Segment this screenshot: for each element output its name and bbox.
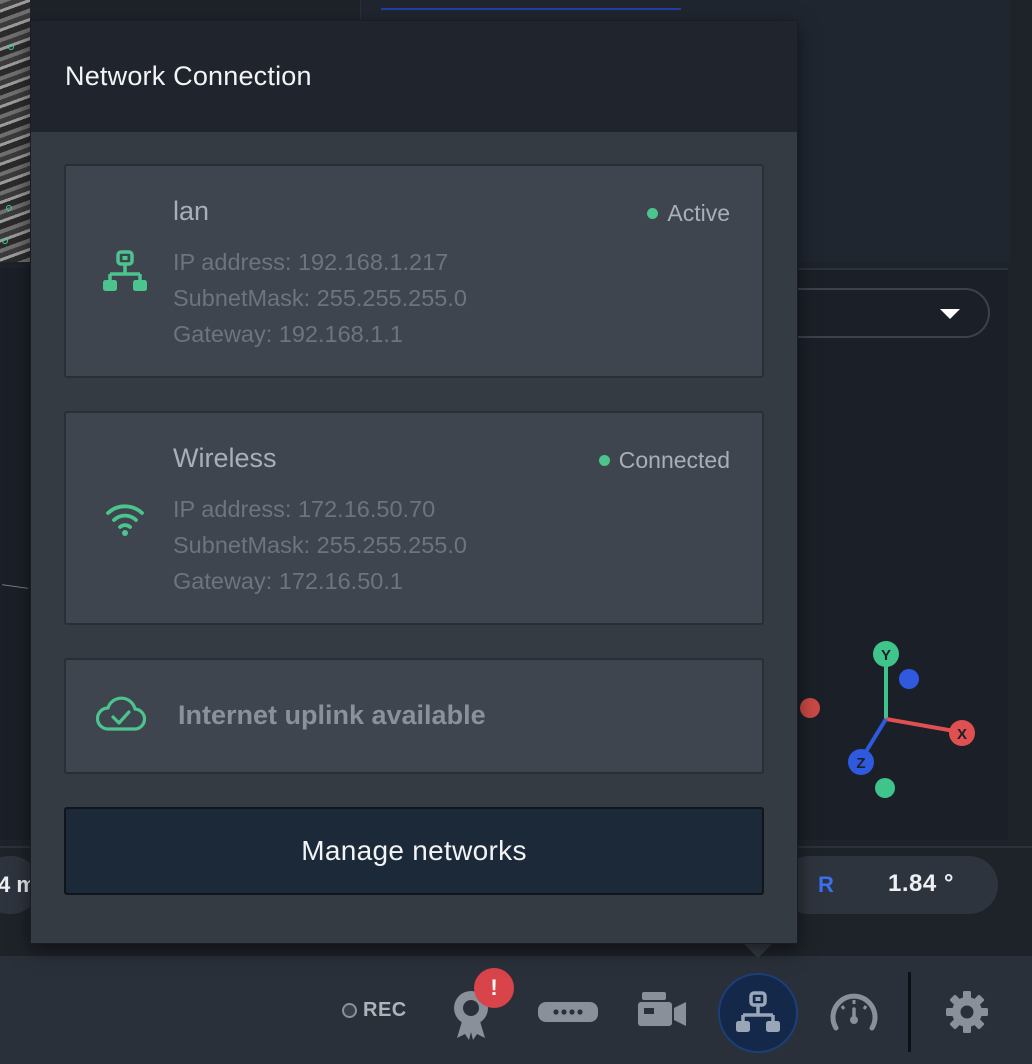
caret-down-icon [940, 309, 960, 319]
camera-feed-thumbnail [0, 0, 30, 262]
bottom-toolbar: REC ! [0, 956, 1032, 1064]
uplink-status-label: Internet uplink available [178, 700, 486, 730]
performance-button[interactable] [828, 988, 880, 1034]
gauge-icon [830, 993, 878, 1031]
tracking-marker [2, 238, 8, 244]
x-axis-line [885, 717, 961, 734]
subnet-mask: SubnetMask: 255.255.255.0 [173, 532, 467, 558]
gear-icon [946, 991, 988, 1033]
cloud-check-icon [95, 696, 150, 738]
rotation-value: 1.84 ° [888, 870, 954, 897]
toolbar-divider [908, 972, 911, 1052]
network-name: Wireless [173, 443, 277, 473]
rotation-readout: R 1.84 ° [780, 856, 998, 914]
tracking-marker [6, 205, 12, 211]
axis-marker-point [899, 669, 919, 689]
settings-button[interactable] [944, 989, 990, 1035]
popover-title: Network Connection [65, 61, 312, 91]
axis-marker-point [875, 778, 895, 798]
trajectory-line [381, 8, 681, 10]
subnet-mask: SubnetMask: 255.255.255.0 [173, 285, 467, 311]
ip-address: IP address: 172.16.50.70 [173, 496, 436, 522]
popover-header: Network Connection [31, 21, 797, 132]
manage-networks-button[interactable]: Manage networks [64, 807, 764, 895]
record-dot-icon [342, 1002, 357, 1018]
status-dot-icon [647, 208, 659, 219]
network-details: IP address: 172.16.50.70 SubnetMask: 255… [173, 491, 467, 599]
lan-icon [96, 246, 154, 298]
gateway: Gateway: 192.168.1.1 [173, 321, 403, 347]
record-button[interactable]: REC [342, 994, 407, 1026]
ip-address: IP address: 192.168.1.217 [173, 249, 449, 275]
z-axis-label: Z [856, 755, 865, 772]
network-status: Connected [598, 447, 730, 474]
network-card-wireless[interactable]: Wireless Connected IP address: 172.16.50… [64, 411, 764, 625]
ground-line [2, 584, 28, 589]
tracking-marker [8, 44, 14, 50]
network-status-label: Active [667, 200, 730, 226]
internet-uplink-card: Internet uplink available [64, 658, 764, 774]
alert-badge: ! [474, 968, 514, 1008]
x-axis-label: X [957, 726, 967, 743]
network-button[interactable] [718, 973, 798, 1053]
view-select-dropdown[interactable] [770, 288, 990, 338]
gateway: Gateway: 172.16.50.1 [173, 568, 403, 594]
network-name: lan [173, 196, 210, 226]
camera-icon [638, 992, 686, 1026]
rotation-label: R [818, 872, 834, 897]
network-icon [736, 991, 780, 1032]
network-card-lan[interactable]: lan Active IP address: 192.168.1.217 Sub… [64, 164, 764, 378]
axis-gizmo[interactable]: Y X Z [790, 630, 990, 810]
axis-marker-point [800, 698, 820, 718]
popover-body: lan Active IP address: 192.168.1.217 Sub… [31, 132, 797, 895]
status-dot-icon [598, 455, 610, 466]
network-details: IP address: 192.168.1.217 SubnetMask: 25… [173, 244, 467, 352]
record-label: REC [363, 998, 407, 1021]
sensor-button[interactable] [536, 996, 600, 1028]
sensor-icon [538, 1002, 598, 1022]
network-status: Active [647, 200, 730, 227]
y-axis-label: Y [881, 647, 891, 664]
left-view-panel [0, 268, 30, 840]
wifi-icon [96, 493, 154, 545]
camera-button[interactable] [636, 990, 688, 1032]
network-status-label: Connected [618, 447, 730, 473]
network-connection-popover: Network Connection lan Active IP address… [30, 20, 798, 944]
